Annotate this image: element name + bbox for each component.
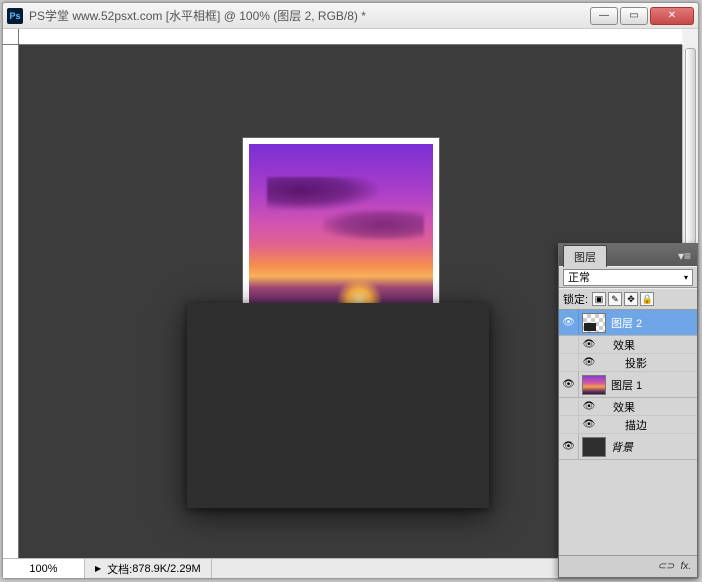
maximize-button[interactable]: ▭ (620, 7, 648, 25)
document-info[interactable]: ▶ 文档: 878.9K/2.29M (85, 559, 212, 578)
layer-name[interactable]: 图层 1 (609, 377, 697, 393)
zoom-level[interactable]: 100% (3, 559, 85, 578)
lock-all-icon[interactable]: 🔒 (640, 292, 654, 306)
visibility-toggle[interactable]: 👁 (579, 419, 599, 430)
layer2-effects-row[interactable]: 👁 效果 (559, 336, 697, 354)
blend-mode-row: 正常 ▾ (559, 266, 697, 288)
layer-row-layer2[interactable]: 👁 图层 2 (559, 310, 697, 336)
effect-stroke-label: 描边 (625, 417, 647, 433)
doc-info-size: 878.9K/2.29M (132, 563, 201, 575)
visibility-toggle[interactable]: 👁 (579, 357, 599, 368)
effects-label: 效果 (613, 337, 635, 353)
link-layers-icon[interactable]: ⊂⊃ (658, 561, 675, 572)
visibility-toggle[interactable]: 👁 (579, 401, 599, 412)
window-title: PS学堂 www.52psxt.com [水平相框] @ 100% (图层 2,… (29, 7, 590, 24)
doc-info-label: 文档: (107, 561, 132, 577)
layer-name[interactable]: 背景 (609, 439, 697, 455)
visibility-toggle[interactable]: 👁 (559, 434, 579, 459)
effect-dropshadow-label: 投影 (625, 355, 647, 371)
doc-info-chevron-icon: ▶ (95, 564, 101, 573)
layers-list: 👁 图层 2 👁 效果 👁 投影 👁 图层 1 👁 效果 (559, 310, 697, 555)
layer-thumbnail[interactable] (582, 437, 606, 457)
panel-tabs: 图层 ▾≡ (559, 244, 697, 266)
blend-mode-value: 正常 (568, 269, 590, 285)
minimize-button[interactable]: — (590, 7, 618, 25)
lock-transparency-icon[interactable]: ▣ (592, 292, 606, 306)
lock-icons: ▣ ✎ ✥ 🔒 (592, 292, 654, 306)
layer1-stroke-row[interactable]: 👁 描边 (559, 416, 697, 434)
blend-mode-select[interactable]: 正常 ▾ (563, 269, 693, 286)
photoshop-app-icon: Ps (7, 8, 23, 24)
lock-position-icon[interactable]: ✥ (624, 292, 638, 306)
window-controls: — ▭ ✕ (590, 7, 694, 25)
layer2-shadow-row[interactable]: 👁 投影 (559, 354, 697, 372)
layer-row-layer1[interactable]: 👁 图层 1 (559, 372, 697, 398)
ruler-origin[interactable] (3, 29, 19, 45)
visibility-toggle[interactable]: 👁 (559, 310, 579, 335)
layer-row-background[interactable]: 👁 背景 (559, 434, 697, 460)
close-button[interactable]: ✕ (650, 7, 694, 25)
layer-fx-icon[interactable]: fx. (680, 561, 691, 572)
lock-pixels-icon[interactable]: ✎ (608, 292, 622, 306)
layer-thumbnail[interactable] (582, 375, 606, 395)
panel-menu-icon[interactable]: ▾≡ (672, 246, 697, 266)
dropdown-arrow-icon: ▾ (684, 273, 688, 282)
visibility-toggle[interactable]: 👁 (579, 339, 599, 350)
layer-thumbnail[interactable] (582, 313, 606, 333)
sunset-photo (249, 144, 433, 328)
tab-layers[interactable]: 图层 (563, 245, 607, 267)
lock-label: 锁定: (563, 291, 588, 307)
ruler-vertical[interactable] (3, 45, 19, 558)
layer1-effects-row[interactable]: 👁 效果 (559, 398, 697, 416)
layer-name[interactable]: 图层 2 (609, 315, 697, 331)
titlebar: Ps PS学堂 www.52psxt.com [水平相框] @ 100% (图层… (3, 3, 698, 29)
ruler-horizontal[interactable] (19, 29, 682, 45)
effects-label: 效果 (613, 399, 635, 415)
visibility-toggle[interactable]: 👁 (559, 372, 579, 397)
lock-row: 锁定: ▣ ✎ ✥ 🔒 (559, 288, 697, 310)
foreground-panel-layer (187, 303, 489, 508)
layers-panel: 图层 ▾≡ 正常 ▾ 锁定: ▣ ✎ ✥ 🔒 👁 图层 2 👁 效果 (558, 243, 698, 578)
layers-panel-footer: ⊂⊃ fx. (559, 555, 697, 577)
